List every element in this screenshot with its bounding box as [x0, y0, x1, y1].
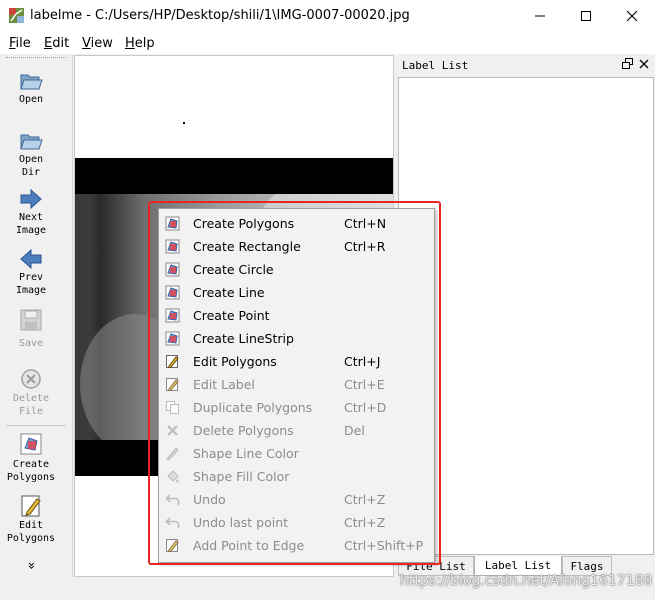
arrow-left-icon — [20, 248, 42, 270]
create-shape-icon — [20, 433, 42, 455]
left-toolbar: Open Open Dir Next Image Prev Image Save — [0, 55, 73, 577]
menu-view[interactable]: View — [82, 36, 113, 51]
next-image-button[interactable]: Next Image — [2, 187, 60, 237]
minimize-icon — [535, 15, 545, 17]
maximize-button[interactable] — [563, 0, 609, 32]
float-window-icon — [622, 58, 633, 69]
maximize-icon — [581, 11, 591, 21]
app-icon — [9, 8, 24, 23]
cursor-dot — [183, 122, 185, 124]
minimize-button[interactable] — [517, 0, 563, 32]
close-button[interactable] — [609, 0, 655, 32]
toolbar-separator — [6, 425, 66, 426]
toolbar-more-button[interactable]: » — [2, 559, 60, 572]
delete-icon — [21, 369, 41, 389]
menu-file[interactable]: File — [9, 36, 31, 51]
menu-help[interactable]: Help — [125, 36, 155, 51]
image-top-band — [75, 158, 393, 194]
save-icon — [20, 309, 42, 331]
edit-polygons-button[interactable]: Edit Polygons — [2, 493, 60, 545]
menu-edit[interactable]: Edit — [44, 36, 69, 51]
dock-title: Label List — [402, 59, 469, 72]
create-polygons-button[interactable]: Create Polygons — [2, 432, 60, 484]
folder-open-icon — [20, 74, 43, 90]
delete-file-button[interactable]: Delete File — [2, 368, 60, 418]
folder-open-icon — [20, 134, 43, 150]
watermark: https://blog.csdn.net/Afong1617188 — [400, 573, 653, 589]
open-button[interactable]: Open — [2, 67, 60, 106]
toolbar-grip — [6, 57, 66, 61]
save-button[interactable]: Save — [2, 308, 60, 350]
close-icon — [626, 10, 638, 22]
edit-icon — [21, 495, 41, 517]
dock-close-button[interactable] — [639, 58, 649, 72]
close-icon — [639, 59, 649, 69]
chevron-double-down-icon: » — [23, 561, 39, 570]
arrow-right-icon — [20, 188, 42, 210]
highlight-box — [148, 201, 441, 565]
window-title: labelme - C:/Users/HP/Desktop/shili/1\IM… — [30, 8, 410, 23]
prev-image-button[interactable]: Prev Image — [2, 247, 60, 297]
open-dir-button[interactable]: Open Dir — [2, 127, 60, 179]
dock-float-button[interactable] — [622, 58, 633, 72]
